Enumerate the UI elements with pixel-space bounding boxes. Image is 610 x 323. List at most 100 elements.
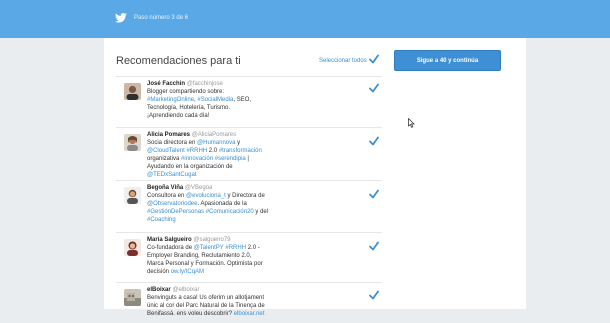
bio-line: Socia directora en @Humannova y xyxy=(147,139,347,147)
avatar xyxy=(124,83,141,100)
bio-text: decisión xyxy=(147,269,171,275)
bio-link[interactable]: #GestiónDePersonas xyxy=(147,209,204,215)
bio-text: Blogger compartiendo sobre: xyxy=(147,89,225,95)
user-handle[interactable]: @facchinjose xyxy=(187,81,223,87)
avatar xyxy=(124,239,141,256)
bio-line: #Coaching xyxy=(147,216,347,224)
follow-check-icon[interactable] xyxy=(368,289,380,301)
bio-link[interactable]: elboixar.net xyxy=(234,311,265,317)
bio-text: Ayudando en la organización de xyxy=(147,164,233,170)
bio-link[interactable]: #innovación xyxy=(181,156,213,162)
user-bio: Socia directora en @Humannova y @CloudTal… xyxy=(147,139,347,179)
bio-link[interactable]: #transformación xyxy=(219,148,262,154)
follow-check-icon[interactable] xyxy=(368,188,380,200)
bio-line: @Observatoriodee. Apasionada de la xyxy=(147,200,347,208)
bio-line: @TEDxSantCugat xyxy=(147,171,347,179)
bio-text: Consultora en xyxy=(147,193,187,199)
bio-link[interactable]: #Comunicación20 xyxy=(206,209,254,215)
bio-link[interactable]: #serendipia xyxy=(215,156,246,162)
recommendation-list: José Facchin @facchinjose Blogger compar… xyxy=(116,76,382,323)
recommendation-text: María Salgueiro @salgueiro79 Co-fundador… xyxy=(147,236,347,276)
bio-text: y Directora de xyxy=(225,193,265,199)
bio-line: Benvinguts a casa! Us oferim un allotjam… xyxy=(147,294,347,302)
bio-line: Consultora en @evoluciona_t y Directora … xyxy=(147,192,347,200)
twitter-bird-icon[interactable] xyxy=(115,13,127,23)
list-item[interactable]: José Facchin @facchinjose Blogger compar… xyxy=(116,76,382,127)
recommendation-text: Begoña Viña @VBegoa Consultora en @evolu… xyxy=(147,184,347,224)
bio-text: Marca Personal y Formación. Optimista po… xyxy=(147,261,263,267)
bio-text: organizativa xyxy=(147,156,182,162)
follow-check-icon[interactable] xyxy=(368,135,380,147)
bio-text: únic al cor del Parc Natural de la Tinen… xyxy=(147,303,265,309)
user-handle[interactable]: @elboixar xyxy=(172,287,199,293)
bio-link[interactable]: #RRHH xyxy=(225,245,246,251)
bio-text: | xyxy=(245,156,249,162)
bio-text: y xyxy=(235,140,241,146)
bio-line: Ayudando en la organización de xyxy=(147,163,347,171)
bio-link[interactable]: @Observatoriodee xyxy=(147,201,197,207)
bio-link[interactable]: #SocialMedia xyxy=(197,97,233,103)
bio-text: Employer Branding, Reclutamiento 2.0, xyxy=(147,253,252,259)
recommendation-text: José Facchin @facchinjose Blogger compar… xyxy=(147,80,347,120)
recommendation-text: elBoixar @elboixar Benvinguts a casa! Us… xyxy=(147,286,347,318)
bio-text: y del xyxy=(253,209,269,215)
user-name[interactable]: María Salgueiro xyxy=(147,237,192,243)
avatar xyxy=(124,134,141,151)
bio-text: Tecnología, Hotelería, Turismo. xyxy=(147,105,231,111)
bio-line: Benifassà. ens voleu descobrir? elboixar… xyxy=(147,310,347,318)
bio-text: . Apasionada de la xyxy=(197,201,247,207)
bio-line: Blogger compartiendo sobre: xyxy=(147,88,347,96)
list-item[interactable]: María Salgueiro @salgueiro79 Co-fundador… xyxy=(116,232,382,282)
user-name[interactable]: José Facchin xyxy=(147,81,185,87)
avatar xyxy=(124,187,141,204)
bio-link[interactable]: #MarketingOnline xyxy=(147,97,194,103)
bio-line: Marca Personal y Formación. Optimista po… xyxy=(147,260,347,268)
bio-text: 2.0 xyxy=(207,148,219,154)
bio-link[interactable]: @TEDxSantCugat xyxy=(147,172,196,178)
bio-line: #GestiónDePersonas #Comunicación20 y del xyxy=(147,208,347,216)
select-all-check-icon[interactable] xyxy=(368,53,380,65)
user-bio: Blogger compartiendo sobre: #MarketingOnl… xyxy=(147,88,347,120)
list-item[interactable]: elBoixar @elboixar Benvinguts a casa! Us… xyxy=(116,282,382,323)
bio-text: , SEO, xyxy=(233,97,252,103)
user-handle[interactable]: @AliciaPomares xyxy=(192,132,236,138)
list-item[interactable]: Alicia Pomares @AliciaPomares Socia dire… xyxy=(116,127,382,180)
user-handle[interactable]: @VBegoa xyxy=(185,185,212,191)
bio-link[interactable]: @Humannova xyxy=(197,140,235,146)
list-item[interactable]: Begoña Viña @VBegoa Consultora en @evolu… xyxy=(116,180,382,232)
page-title: Recomendaciones para ti xyxy=(116,55,241,67)
user-name[interactable]: Begoña Viña xyxy=(147,185,183,191)
bio-text: Co-fundadora de xyxy=(147,245,194,251)
bio-line: decisión ow.ly/tCqAM xyxy=(147,268,347,276)
follow-check-icon[interactable] xyxy=(368,82,380,94)
user-bio: Consultora en @evoluciona_t y Directora … xyxy=(147,192,347,224)
mouse-cursor-icon xyxy=(408,118,415,128)
bio-link[interactable]: @evoluciona_t xyxy=(186,193,226,199)
top-bar: Paso número 3 de 6 xyxy=(0,0,610,38)
follow-and-continue-button[interactable]: Sigue a 40 y continúa xyxy=(394,50,501,71)
recommendation-text: Alicia Pomares @AliciaPomares Socia dire… xyxy=(147,131,347,179)
user-bio: Benvinguts a casa! Us oferim un allotjam… xyxy=(147,294,347,318)
bio-text: 2.0 - xyxy=(246,245,260,251)
bio-link[interactable]: @TalentPY xyxy=(194,245,224,251)
bio-link[interactable]: @CloudTalent xyxy=(147,148,185,154)
bio-link[interactable]: ow.ly/tCqAM xyxy=(171,269,204,275)
select-all-link[interactable]: Seleccionar todos xyxy=(319,58,367,64)
user-name[interactable]: Alicia Pomares xyxy=(147,132,190,138)
user-bio: Co-fundadora de @TalentPY #RRHH 2.0 - Emp… xyxy=(147,244,347,276)
bio-text: Benvinguts a casa! Us oferim un allotjam… xyxy=(147,295,265,301)
user-handle[interactable]: @salgueiro79 xyxy=(193,237,230,243)
bio-line: #MarketingOnline, #SocialMedia, SEO, xyxy=(147,96,347,104)
user-name[interactable]: elBoixar xyxy=(147,287,171,293)
bio-link[interactable]: #Coaching xyxy=(147,217,176,223)
follow-check-icon[interactable] xyxy=(368,240,380,252)
avatar xyxy=(124,289,141,306)
bio-link[interactable]: #RRHH xyxy=(186,148,207,154)
bio-text: Benifassà. ens voleu descobrir? xyxy=(147,311,234,317)
recommendations-panel: Recomendaciones para ti Seleccionar todo… xyxy=(104,38,526,317)
bio-line: Co-fundadora de @TalentPY #RRHH 2.0 - xyxy=(147,244,347,252)
bio-line: Employer Branding, Reclutamiento 2.0, xyxy=(147,252,347,260)
bio-text: ¡Aprendiendo cada día! xyxy=(147,113,210,119)
bio-line: organizativa #innovación #serendipia | xyxy=(147,155,347,163)
bio-line: Tecnología, Hotelería, Turismo. xyxy=(147,104,347,112)
